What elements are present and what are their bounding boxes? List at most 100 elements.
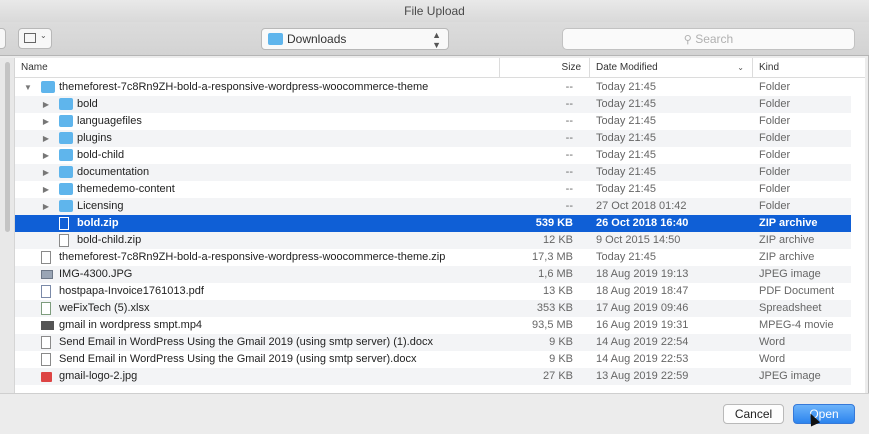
chevron-down-icon: ⌄	[40, 31, 47, 40]
file-date-modified: Today 21:45	[596, 183, 656, 195]
document-file-icon	[41, 336, 51, 349]
spreadsheet-file-icon	[41, 302, 51, 315]
file-name: themeforest-7c8Rn9ZH-bold-a-responsive-w…	[59, 81, 429, 93]
location-label: Downloads	[287, 32, 347, 46]
file-date-modified: Today 21:45	[596, 149, 656, 161]
file-kind: Folder	[759, 200, 791, 212]
sidebar-toggle-button[interactable]	[0, 28, 6, 49]
file-date-modified: 9 Oct 2015 14:50	[596, 234, 681, 246]
file-name: themeforest-7c8Rn9ZH-bold-a-responsive-w…	[59, 251, 446, 263]
search-input[interactable]: ⚲ Search	[562, 28, 855, 50]
view-options-button[interactable]: ⌄	[18, 28, 52, 49]
file-kind: Word	[759, 336, 786, 348]
file-name: weFixTech (5).xlsx	[59, 302, 150, 314]
file-kind: MPEG-4 movie	[759, 319, 834, 331]
file-kind: Folder	[759, 166, 791, 178]
file-upload-dialog: File Upload ⌄ Downloads ▲ ▼ ⚲ Search Name…	[0, 0, 869, 434]
file-name: Send Email in WordPress Using the Gmail …	[59, 336, 433, 348]
file-name: documentation	[77, 166, 150, 178]
location-popup[interactable]: Downloads ▲ ▼	[261, 28, 449, 50]
file-kind: PDF Document	[759, 285, 835, 297]
file-kind: ZIP archive	[759, 217, 818, 229]
file-row[interactable]: ▶ themedemo-content -- Today 21:45 Folder	[15, 181, 851, 198]
file-size: 27 KB	[543, 370, 573, 382]
disclosure-closed-icon[interactable]: ▶	[41, 164, 51, 181]
file-kind: Folder	[759, 98, 791, 110]
file-row[interactable]: themeforest-7c8Rn9ZH-bold-a-responsive-w…	[15, 249, 851, 266]
file-date-modified: 14 Aug 2019 22:53	[596, 353, 689, 365]
magnifier-icon: ⚲	[683, 34, 692, 46]
folder-icon	[59, 115, 73, 127]
column-size[interactable]: Size	[499, 58, 589, 78]
pdf-file-icon	[41, 285, 51, 298]
folder-icon	[59, 98, 73, 110]
file-name: bold.zip	[77, 217, 119, 229]
file-row[interactable]: ▶ bold-child -- Today 21:45 Folder	[15, 147, 851, 164]
file-row[interactable]: ▶ bold -- Today 21:45 Folder	[15, 96, 851, 113]
file-row[interactable]: ▶ plugins -- Today 21:45 Folder	[15, 130, 851, 147]
search-placeholder: Search	[695, 32, 734, 46]
file-row[interactable]: ▶ languagefiles -- Today 21:45 Folder	[15, 113, 851, 130]
file-row[interactable]: hostpapa-Invoice1761013.pdf 13 KB 18 Aug 2…	[15, 283, 851, 300]
column-kind[interactable]: Kind	[752, 58, 865, 78]
zip-file-icon	[41, 251, 51, 264]
file-size: --	[565, 183, 573, 195]
file-size: 13 KB	[543, 285, 573, 297]
file-size: --	[565, 200, 573, 212]
file-name: hostpapa-Invoice1761013.pdf	[59, 285, 204, 297]
file-size: --	[565, 166, 573, 178]
disclosure-closed-icon[interactable]: ▶	[41, 130, 51, 147]
file-name: Send Email in WordPress Using the Gmail …	[59, 353, 417, 365]
column-name[interactable]: Name	[15, 58, 499, 78]
file-date-modified: Today 21:45	[596, 81, 656, 93]
folder-icon	[59, 183, 73, 195]
file-row[interactable]: ▶ Licensing -- 27 Oct 2018 01:42 Folder	[15, 198, 851, 215]
file-rows: ▼ themeforest-7c8Rn9ZH-bold-a-responsive-…	[15, 79, 865, 385]
file-row[interactable]: ▶ documentation -- Today 21:45 Folder	[15, 164, 851, 181]
file-size: 93,5 MB	[532, 319, 573, 331]
file-row[interactable]: gmail-logo-2.jpg 27 KB 13 Aug 2019 22:59 JP…	[15, 368, 851, 385]
file-name: bold	[77, 98, 98, 110]
sidebar-scroll-thumb[interactable]	[5, 62, 10, 232]
disclosure-closed-icon[interactable]: ▶	[41, 198, 51, 215]
open-button[interactable]: Open	[793, 404, 855, 424]
file-name: gmail-logo-2.jpg	[59, 370, 138, 382]
column-date-modified[interactable]: Date Modified ⌄	[589, 58, 752, 78]
file-size: --	[565, 115, 573, 127]
column-header: Name Size Date Modified ⌄ Kind	[15, 58, 865, 78]
file-row[interactable]: bold-child.zip 12 KB 9 Oct 2015 14:50 ZIP a…	[15, 232, 851, 249]
file-name: plugins	[77, 132, 112, 144]
file-size: 9 KB	[549, 336, 573, 348]
file-size: 17,3 MB	[532, 251, 573, 263]
file-date-modified: 27 Oct 2018 01:42	[596, 200, 687, 212]
file-row[interactable]: Send Email in WordPress Using the Gmail …	[15, 334, 851, 351]
file-row[interactable]: bold.zip 539 KB 26 Oct 2018 16:40 ZIP archi…	[15, 215, 851, 232]
disclosure-open-icon[interactable]: ▼	[23, 79, 33, 96]
folder-icon	[59, 166, 73, 178]
file-kind: Folder	[759, 115, 791, 127]
disclosure-closed-icon[interactable]: ▶	[41, 181, 51, 198]
file-date-modified: Today 21:45	[596, 166, 656, 178]
file-date-modified: Today 21:45	[596, 251, 656, 263]
file-kind: Folder	[759, 81, 791, 93]
file-row[interactable]: weFixTech (5).xlsx 353 KB 17 Aug 2019 09:4…	[15, 300, 851, 317]
file-date-modified: 16 Aug 2019 19:31	[596, 319, 689, 331]
file-date-modified: Today 21:45	[596, 132, 656, 144]
file-row[interactable]: IMG-4300.JPG 1,6 MB 18 Aug 2019 19:13 JPEG …	[15, 266, 851, 283]
file-kind: Folder	[759, 132, 791, 144]
file-row[interactable]: Send Email in WordPress Using the Gmail …	[15, 351, 851, 368]
disclosure-closed-icon[interactable]: ▶	[41, 113, 51, 130]
file-row[interactable]: gmail in wordpress smpt.mp4 93,5 MB 16 Aug…	[15, 317, 851, 334]
file-kind: ZIP archive	[759, 251, 815, 263]
file-size: --	[565, 98, 573, 110]
file-kind: Folder	[759, 183, 791, 195]
disclosure-closed-icon[interactable]: ▶	[41, 147, 51, 164]
zip-file-icon	[59, 217, 69, 230]
video-file-icon	[41, 321, 54, 330]
file-kind: ZIP archive	[759, 234, 815, 246]
cancel-button[interactable]: Cancel	[723, 404, 784, 424]
disclosure-closed-icon[interactable]: ▶	[41, 96, 51, 113]
file-row[interactable]: ▼ themeforest-7c8Rn9ZH-bold-a-responsive-…	[15, 79, 851, 96]
file-kind: Word	[759, 353, 786, 365]
sidebar-strip	[0, 58, 14, 393]
